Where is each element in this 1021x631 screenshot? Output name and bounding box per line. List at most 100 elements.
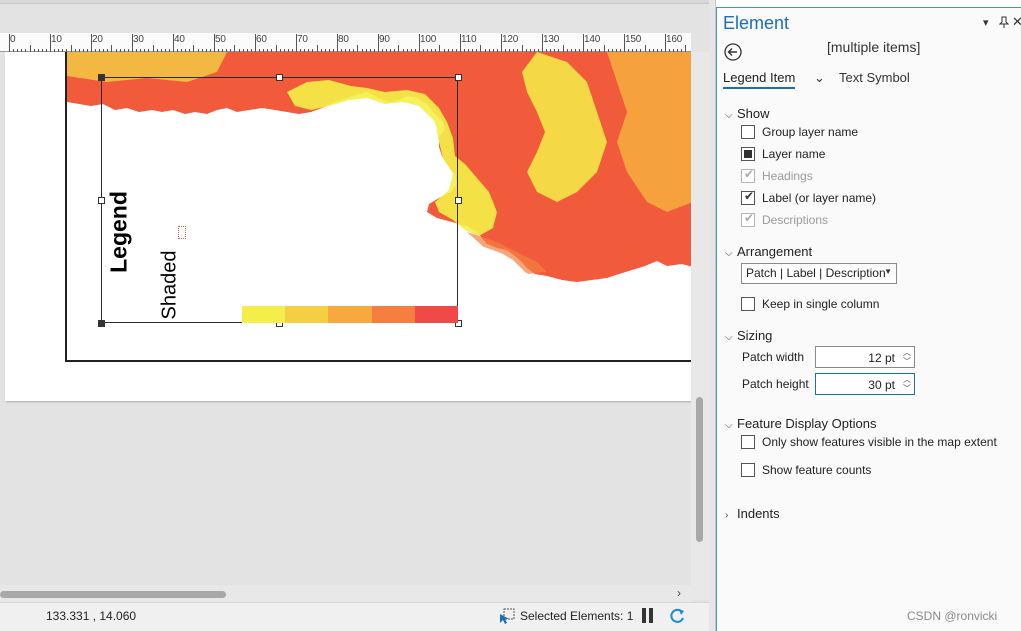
tab-strip (0, 0, 709, 4)
checkbox-layer-name[interactable]: Layer name (741, 147, 825, 161)
checkbox-keep-single-column[interactable]: Keep in single column (741, 297, 879, 311)
section-header: Arrangement (737, 244, 813, 259)
pin-icon[interactable] (998, 16, 1010, 31)
checkbox-label: Group layer name (762, 125, 859, 139)
horizontal-ruler: 0 10 20 30 40 50 60 70 80 90 100 110 120… (0, 33, 691, 52)
select-value: Patch | Label | Description (746, 266, 886, 280)
checkbox-label: Show feature counts (762, 463, 872, 477)
dropdown-arrow-icon: ▼ (884, 267, 892, 276)
section-header: Indents (737, 506, 780, 521)
legend-patch (285, 306, 329, 323)
legend-text-marker (178, 226, 186, 239)
chevron-down-icon: ⌵ (725, 110, 733, 121)
patch-height-stepper[interactable]: 30 pt ︿ ﹀ (815, 373, 915, 395)
layout-view[interactable]: 0 10 20 30 40 50 60 70 80 90 100 110 120… (0, 0, 709, 631)
legend-patch-group (242, 306, 458, 323)
checkbox[interactable] (741, 463, 755, 477)
legend-selection-box[interactable] (101, 77, 458, 323)
chevron-down-icon: ⌵ (725, 248, 733, 259)
cursor-coordinates: 133.331 , 14.060 (46, 609, 137, 623)
back-arrow-icon[interactable] (724, 43, 742, 61)
checkbox-label: Layer name (762, 147, 826, 161)
checkbox[interactable] (741, 147, 755, 161)
patch-height-label: Patch height (742, 377, 809, 391)
selection-icon[interactable] (499, 608, 515, 627)
patch-width-stepper[interactable]: 12 pt ︿ ﹀ (815, 346, 915, 368)
section-indents[interactable]: › Indents (725, 506, 780, 521)
ruler-label: 50 (215, 34, 226, 45)
checkbox-descriptions[interactable]: ✔ Descriptions (741, 211, 829, 227)
vertical-scroll-thumb[interactable] (696, 397, 703, 542)
tab-text-symbol[interactable]: Text Symbol (839, 70, 910, 85)
tab-legend-item[interactable]: Legend Item (723, 70, 796, 89)
checkbox[interactable]: ✔ (741, 189, 755, 205)
checkbox[interactable] (741, 125, 755, 139)
ruler-label: 160 (666, 34, 683, 45)
ruler-label: 20 (92, 34, 103, 45)
resize-handle[interactable] (455, 197, 462, 204)
legend-patch (414, 306, 458, 323)
ruler-label: 150 (625, 34, 642, 45)
legend-patch (328, 306, 372, 323)
ruler-label: 60 (256, 34, 267, 45)
ruler-label: 100 (420, 34, 437, 45)
scroll-right-icon[interactable]: › (677, 586, 681, 600)
checkbox[interactable]: ✔ (741, 211, 755, 227)
checkbox[interactable]: ✔ (741, 167, 755, 183)
arrangement-select[interactable]: Patch | Label | Description ▼ (741, 263, 897, 284)
check-icon: ✔ (743, 189, 755, 203)
horizontal-scrollbar[interactable]: › (0, 585, 691, 602)
chevron-right-icon: › (725, 510, 729, 521)
section-feature-display[interactable]: ⌵ Feature Display Options (725, 416, 876, 431)
spin-arrows-icon[interactable]: ︿ ﹀ (903, 348, 911, 366)
section-header: Show (737, 106, 770, 121)
checkbox-feature-counts[interactable]: Show feature counts (741, 463, 871, 477)
spin-arrows-icon[interactable]: ︿ ﹀ (903, 375, 911, 393)
ruler-label: 0 (10, 34, 16, 45)
checkbox[interactable] (741, 297, 755, 311)
ruler-label: 40 (174, 34, 185, 45)
resize-handle[interactable] (455, 74, 462, 81)
close-icon[interactable]: ✕ (1012, 14, 1021, 30)
pane-title: Element (723, 13, 790, 33)
section-show[interactable]: ⌵ Show (725, 106, 770, 121)
checkbox-visible-extent[interactable]: Only show features visible in the map ex… (741, 435, 997, 449)
selected-elements-count: Selected Elements: 1 (520, 609, 634, 623)
watermark-text: CSDN @ronvicki (907, 609, 998, 623)
checkbox-headings[interactable]: ✔ Headings (741, 167, 813, 183)
resize-handle[interactable] (276, 74, 283, 81)
resize-handle[interactable] (98, 197, 105, 204)
legend-patch (371, 306, 415, 323)
horizontal-scroll-thumb[interactable] (0, 591, 226, 598)
checkbox-label: Headings (762, 169, 813, 183)
ruler-label: 80 (338, 34, 349, 45)
section-arrangement[interactable]: ⌵ Arrangement (725, 244, 812, 259)
resize-handle[interactable] (98, 320, 105, 327)
checkbox-label: Keep in single column (762, 297, 880, 311)
section-header: Sizing (737, 328, 773, 343)
section-sizing[interactable]: ⌵ Sizing (725, 328, 772, 343)
resize-handle[interactable] (98, 74, 105, 81)
ruler-label: 120 (502, 34, 519, 45)
ruler-label: 10 (51, 34, 62, 45)
patch-height-value: 30 pt (868, 378, 895, 392)
checkbox[interactable] (741, 435, 755, 449)
patch-width-value: 12 pt (868, 351, 895, 365)
checkbox-label: Descriptions (762, 213, 829, 227)
indeterminate-mark (744, 150, 752, 158)
checkbox-group-layer-name[interactable]: Group layer name (741, 125, 858, 139)
ruler-label: 110 (461, 34, 477, 45)
checkbox-label: Only show features visible in the map ex… (762, 435, 997, 449)
ruler-label: 140 (584, 34, 601, 45)
tab-chevron-down-icon[interactable]: ⌄ (814, 70, 825, 86)
refresh-icon[interactable] (668, 607, 686, 628)
vertical-scrollbar[interactable] (691, 52, 709, 600)
checkbox-label-or-layer-name[interactable]: ✔ Label (or layer name) (741, 189, 876, 205)
pane-divider[interactable] (709, 0, 716, 631)
legend-title: Legend (105, 191, 132, 273)
section-header: Feature Display Options (737, 416, 877, 431)
check-icon: ✔ (743, 211, 755, 225)
dropdown-icon[interactable]: ▾ (983, 16, 989, 29)
ruler-label: 30 (133, 34, 144, 45)
pause-icon[interactable] (642, 608, 654, 624)
